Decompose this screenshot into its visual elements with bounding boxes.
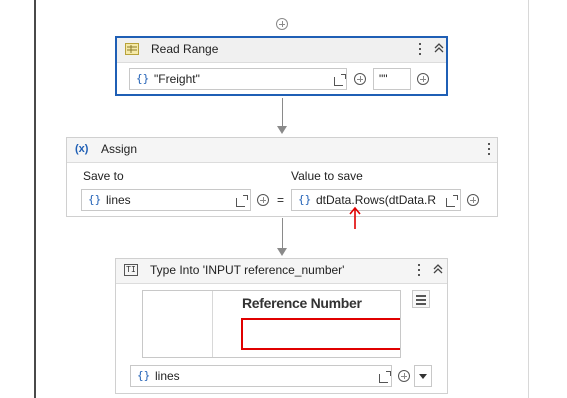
- dropdown-button[interactable]: [414, 365, 432, 387]
- value-to-save-label: Value to save: [291, 169, 363, 183]
- collapse-icon[interactable]: [433, 41, 445, 58]
- preview-label: Reference Number: [242, 295, 362, 311]
- save-to-field[interactable]: {} lines: [81, 189, 251, 211]
- sheet-plus-icon[interactable]: [354, 73, 366, 85]
- expand-editor-icon[interactable]: [236, 195, 248, 207]
- excel-icon: [125, 43, 139, 55]
- sheet-name-value: "Freight": [154, 72, 200, 86]
- add-activity-top-button[interactable]: [276, 18, 288, 30]
- connector-line: [282, 218, 283, 248]
- type-into-icon: TI: [124, 264, 138, 276]
- assign-more-icon[interactable]: [488, 143, 491, 158]
- target-highlight-box: [241, 318, 400, 350]
- type-into-title: Type Into 'INPUT reference_number': [150, 263, 345, 277]
- value-to-save-value: dtData.Rows(dtData.Ro: [316, 193, 436, 207]
- expand-editor-icon[interactable]: [334, 74, 346, 86]
- type-into-activity[interactable]: TI Type Into 'INPUT reference_number' Re…: [115, 258, 448, 394]
- menu-icon[interactable]: [412, 290, 430, 308]
- range-plus-icon[interactable]: [417, 73, 429, 85]
- variable-icon: (x): [75, 143, 89, 155]
- preview-divider: [212, 291, 213, 357]
- save-to-plus-icon[interactable]: [257, 194, 269, 206]
- chevron-down-icon: [419, 374, 427, 379]
- expression-icon: {}: [298, 193, 312, 206]
- left-panel-divider: [34, 0, 36, 398]
- expand-editor-icon[interactable]: [446, 195, 458, 207]
- read-range-more-icon[interactable]: [419, 43, 422, 58]
- connector-arrow: [277, 126, 287, 134]
- range-field[interactable]: "": [373, 68, 411, 90]
- read-range-activity[interactable]: Read Range {} "Freight" "": [115, 36, 448, 96]
- target-screenshot-preview[interactable]: Reference Number: [142, 290, 401, 358]
- expression-icon: {}: [88, 193, 102, 206]
- annotation-arrow: [349, 206, 361, 229]
- assign-activity[interactable]: (x) Assign Save to Value to save {} line…: [66, 137, 498, 217]
- save-to-value: lines: [106, 193, 131, 207]
- value-to-save-field[interactable]: {} dtData.Rows(dtData.Ro: [291, 189, 461, 211]
- connector-line: [282, 98, 283, 126]
- text-value: lines: [155, 369, 180, 383]
- value-plus-icon[interactable]: [467, 194, 479, 206]
- range-value: "": [379, 72, 388, 86]
- connector-arrow: [277, 248, 287, 256]
- save-to-label: Save to: [83, 169, 124, 183]
- assign-title: Assign: [101, 142, 138, 156]
- read-range-title: Read Range: [151, 42, 219, 56]
- expand-editor-icon[interactable]: [379, 371, 391, 383]
- type-into-more-icon[interactable]: [418, 264, 421, 279]
- equals-sign: =: [277, 193, 285, 207]
- right-panel-border: [528, 0, 529, 398]
- expression-icon: {}: [136, 72, 150, 85]
- collapse-icon[interactable]: [432, 262, 444, 279]
- expression-icon: {}: [137, 369, 151, 382]
- text-field[interactable]: {} lines: [130, 365, 392, 387]
- sheet-name-field[interactable]: {} "Freight": [129, 68, 347, 90]
- text-plus-icon[interactable]: [398, 370, 410, 382]
